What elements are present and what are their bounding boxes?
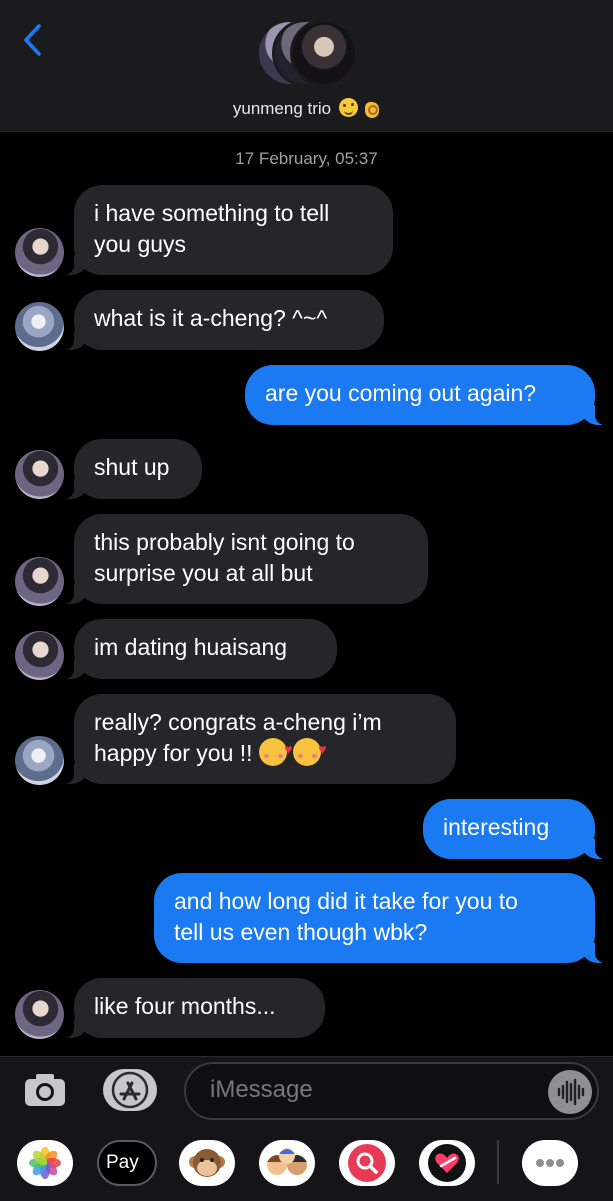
message-bubble[interactable]: this probably isnt going to surprise you… [64, 514, 428, 604]
message-bubble[interactable]: and how long did it take for you to tell… [154, 873, 605, 963]
message-bubble[interactable]: are you coming out again? [245, 365, 605, 425]
face-icon [339, 98, 359, 117]
message-bubble[interactable]: interesting [423, 799, 605, 859]
camera-icon[interactable] [24, 1073, 66, 1107]
smiling-face-with-hearts-icon [258, 734, 293, 766]
ok-hand-icon [364, 98, 380, 118]
message-bubble[interactable]: shut up [64, 439, 202, 499]
audio-waveform-icon [557, 1078, 585, 1106]
monkey-memoji-icon[interactable] [179, 1140, 235, 1186]
avatar[interactable] [15, 228, 64, 277]
avatar[interactable] [15, 631, 64, 680]
avatar[interactable] [15, 450, 64, 499]
more-icon[interactable] [522, 1140, 578, 1186]
apple-pay-text: Pay [106, 1152, 139, 1173]
memoji-stickers-icon[interactable] [259, 1140, 315, 1186]
image-search-icon[interactable] [339, 1140, 395, 1186]
app-store-button[interactable] [103, 1069, 157, 1111]
digital-touch-icon[interactable] [419, 1140, 475, 1186]
group-avatar [290, 19, 358, 87]
avatar[interactable] [15, 990, 64, 1039]
smiling-face-with-hearts-icon [292, 734, 327, 766]
avatar[interactable] [15, 736, 64, 785]
message-input-placeholder: iMessage [210, 1076, 313, 1103]
group-avatars[interactable] [256, 19, 360, 91]
message-text: really? congrats a-cheng i’m happy for y… [94, 709, 382, 766]
audio-message-button[interactable] [548, 1070, 592, 1114]
app-drawer-divider [497, 1140, 499, 1184]
app-store-icon [111, 1071, 149, 1109]
avatar[interactable] [15, 302, 64, 351]
message-bubble[interactable]: what is it a-cheng? ^~^ [64, 290, 384, 350]
message-bubble[interactable]: im dating huaisang [64, 619, 337, 679]
apple-pay-label: Pay [106, 1152, 139, 1174]
message-bubble[interactable]: like four months... [64, 978, 325, 1038]
avatar[interactable] [15, 557, 64, 606]
chevron-left-icon[interactable] [18, 22, 48, 58]
message-bubble[interactable]: i have something to tell you guys [64, 185, 393, 275]
group-name[interactable]: yunmeng trio [0, 98, 613, 119]
group-name-label: yunmeng trio [232, 99, 332, 118]
message-bubble[interactable]: really? congrats a-cheng i’m happy for y… [64, 694, 456, 784]
message-timestamp: 17 February, 05:37 [235, 149, 378, 168]
photos-icon[interactable] [17, 1140, 73, 1186]
apple-pay-icon[interactable]: Pay [97, 1140, 157, 1186]
